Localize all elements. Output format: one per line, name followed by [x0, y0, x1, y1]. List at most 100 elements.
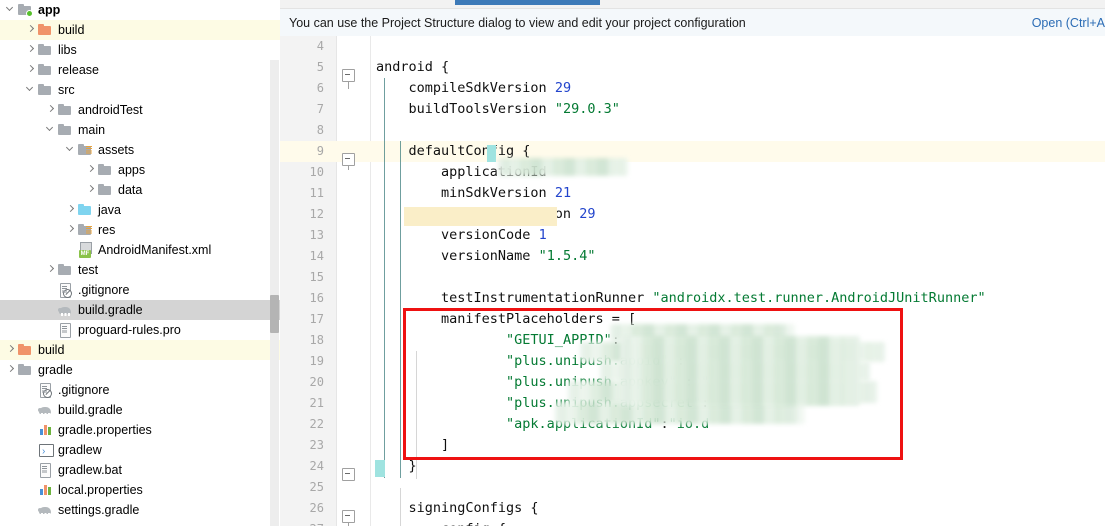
code-line[interactable]: 8	[280, 120, 1105, 141]
tree-item-data[interactable]: data	[0, 180, 280, 200]
code-line[interactable]: 16 testInstrumentationRunner "androidx.t…	[280, 288, 1105, 309]
line-number: 20	[309, 375, 324, 389]
tree-item-label: test	[78, 263, 99, 277]
project-tree-panel[interactable]: app build libs release src androidTest main ass…	[0, 0, 280, 526]
tree-item-gitignore[interactable]: .gitignore	[0, 380, 280, 400]
code-line[interactable]: 13 versionCode 1	[280, 225, 1105, 246]
chevron-right-icon[interactable]	[46, 100, 57, 120]
folder-icon	[37, 60, 54, 80]
code-line[interactable]: 5 android {	[280, 57, 1105, 78]
tree-item-settings-gradle[interactable]: settings.gradle	[0, 500, 280, 520]
code-text: versionName "1.5.4"	[376, 248, 596, 264]
fold-marker-defaultconfig-end[interactable]	[342, 468, 355, 481]
tree-item-gitignore[interactable]: .gitignore	[0, 280, 280, 300]
chevron-down-icon[interactable]	[66, 140, 77, 160]
tree-item-apps[interactable]: apps	[0, 160, 280, 180]
tree-item-label: build.gradle	[58, 403, 123, 417]
tree-item-label: local.properties	[58, 483, 143, 497]
tree-item-main[interactable]: main	[0, 120, 280, 140]
fold-marker-defaultconfig[interactable]	[342, 153, 355, 170]
chevron-right-icon[interactable]	[86, 180, 97, 200]
project-tree-list[interactable]: app build libs release src androidTest main ass…	[0, 0, 280, 520]
chevron-right-icon[interactable]	[86, 160, 97, 180]
line-number: 22	[309, 417, 324, 431]
tree-item-gradle[interactable]: gradle	[0, 360, 280, 380]
fold-marker-android[interactable]	[342, 69, 355, 89]
chevron-right-icon[interactable]	[26, 20, 37, 40]
folder-blue-icon	[77, 200, 94, 220]
ignore-badge	[63, 289, 72, 298]
chevron-right-icon[interactable]	[66, 220, 77, 240]
line-number: 8	[316, 123, 324, 137]
code-line[interactable]: 11 minSdkVersion 21	[280, 183, 1105, 204]
tree-item-res[interactable]: res	[0, 220, 280, 240]
line-number: 11	[309, 186, 324, 200]
tree-item-gradle-properties[interactable]: gradle.properties	[0, 420, 280, 440]
tree-item-app[interactable]: app	[0, 0, 280, 20]
tree-item-libs[interactable]: libs	[0, 40, 280, 60]
editor-tab-strip[interactable]	[280, 0, 1105, 8]
code-line[interactable]: 26 signingConfigs {	[280, 498, 1105, 519]
tree-item-androidmanifest-xml[interactable]: MF AndroidManifest.xml	[0, 240, 280, 260]
code-line[interactable]: 4	[280, 36, 1105, 57]
tree-item-release[interactable]: release	[0, 60, 280, 80]
tree-item-gradlew-bat[interactable]: gradlew.bat	[0, 460, 280, 480]
tree-item-local-properties[interactable]: local.properties	[0, 480, 280, 500]
tree-item-proguard-rules-pro[interactable]: proguard-rules.pro	[0, 320, 280, 340]
tree-item-build-gradle[interactable]: build.gradle	[0, 300, 280, 320]
code-line[interactable]: 15	[280, 267, 1105, 288]
tree-item-build-gradle[interactable]: build.gradle	[0, 400, 280, 420]
chevron-right-icon[interactable]	[26, 40, 37, 60]
sidebar-scrollbar-track[interactable]	[270, 60, 279, 526]
tree-item-label: main	[78, 123, 106, 137]
code-line[interactable]: 25	[280, 477, 1105, 498]
project-structure-notification-banner[interactable]: You can use the Project Structure dialog…	[280, 8, 1105, 37]
code-line[interactable]: 7 buildToolsVersion "29.0.3"	[280, 99, 1105, 120]
fold-marker-signingconfigs[interactable]	[342, 510, 355, 526]
code-line[interactable]: 27 config {	[280, 519, 1105, 526]
module-status-dot	[26, 10, 33, 17]
tree-item-build[interactable]: build	[0, 20, 280, 40]
code-line[interactable]: 10 applicationId	[280, 162, 1105, 183]
tree-item-build[interactable]: build	[0, 340, 280, 360]
code-editor[interactable]: 4 5 android {6 compileSdkVersion 29 7 build…	[280, 36, 1105, 526]
tree-item-test[interactable]: test	[0, 260, 280, 280]
tree-item-gradlew[interactable]: gradlew	[0, 440, 280, 462]
sidebar-scrollbar-thumb[interactable]	[270, 295, 279, 333]
code-line[interactable]: 9 defaultConfig {	[280, 141, 1105, 162]
brace-match-highlight-open	[487, 145, 496, 162]
banner-open-link[interactable]: Open (Ctrl+A	[1032, 16, 1105, 30]
tree-item-androidtest[interactable]: androidTest	[0, 100, 280, 120]
line-number: 7	[316, 102, 324, 116]
properties-bar	[48, 427, 51, 435]
tree-item-label: src	[58, 83, 75, 97]
chevron-right-icon[interactable]	[66, 200, 77, 220]
tree-item-label: java	[98, 203, 121, 217]
tree-item-java[interactable]: java	[0, 200, 280, 220]
chevron-right-icon[interactable]	[46, 260, 57, 280]
chevron-right-icon[interactable]	[6, 340, 17, 360]
chevron-right-icon[interactable]	[26, 60, 37, 80]
manifest-mf-badge: MF	[79, 250, 91, 258]
tree-item-assets[interactable]: assets	[0, 140, 280, 160]
chevron-down-icon[interactable]	[46, 120, 57, 140]
chevron-down-icon[interactable]	[6, 0, 17, 20]
code-line[interactable]: 6 compileSdkVersion 29	[280, 78, 1105, 99]
line-number: 19	[309, 354, 324, 368]
code-line[interactable]: 14 versionName "1.5.4"	[280, 246, 1105, 267]
chevron-down-icon[interactable]	[26, 80, 37, 100]
gradle-file-icon	[37, 400, 54, 420]
chevron-right-icon[interactable]	[6, 360, 17, 380]
line-number: 27	[280, 519, 324, 526]
tree-item-src[interactable]: src	[0, 80, 280, 100]
line-number: 14	[309, 249, 324, 263]
